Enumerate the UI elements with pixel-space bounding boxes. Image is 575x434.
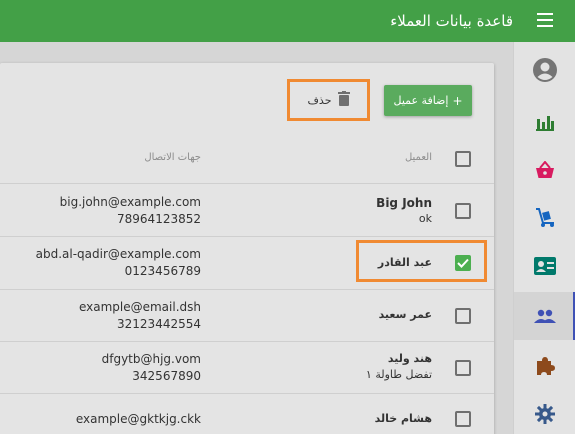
table-row[interactable]: example@gktkjg.ckk هشام خالد xyxy=(0,393,494,434)
account-circle-icon[interactable] xyxy=(514,46,575,94)
table-row[interactable]: big.john@example.com 78964123852 Big Joh… xyxy=(0,183,494,236)
row-checkbox[interactable] xyxy=(455,203,471,219)
email: example@gktkjg.ckk xyxy=(75,412,201,426)
menu-icon[interactable] xyxy=(537,13,553,29)
contact-cell: abd.al-qadir@example.com 0123456789 xyxy=(0,246,201,280)
table-row[interactable]: dfgytb@hjg.vom 342567890 هند وليد تفضل ط… xyxy=(0,341,494,393)
gear-icon[interactable] xyxy=(514,390,575,434)
phone: 32123442554 xyxy=(117,317,201,331)
contact-cell: example@email.dsh 32123442554 xyxy=(0,299,201,333)
customer-cell: عمر سعيد xyxy=(250,307,432,323)
app-title: قاعدة بيانات العملاء xyxy=(390,12,513,30)
row-checkbox[interactable] xyxy=(455,411,471,427)
contact-cell: big.john@example.com 78964123852 xyxy=(0,194,201,228)
phone: 78964123852 xyxy=(117,212,201,226)
email: example@email.dsh xyxy=(78,300,201,314)
customer-name: عمر سعيد xyxy=(378,308,432,321)
email: dfgytb@hjg.vom xyxy=(101,352,201,366)
select-all-checkbox[interactable] xyxy=(455,151,471,167)
puzzle-icon[interactable] xyxy=(514,342,575,390)
contact-cell: example@gktkjg.ckk xyxy=(0,411,201,428)
app-bar: قاعدة بيانات العملاء xyxy=(0,0,575,42)
trash-icon xyxy=(337,91,350,109)
contact-cell: dfgytb@hjg.vom 342567890 xyxy=(0,351,201,385)
people-icon[interactable] xyxy=(514,292,575,340)
customer-cell: هشام خالد xyxy=(250,411,432,427)
nav-rail xyxy=(513,42,575,434)
contacts-column-header: جهات الاتصال xyxy=(144,152,201,163)
customer-note: تفضل طاولة ١ xyxy=(365,368,432,381)
contact-card-icon[interactable] xyxy=(514,242,575,290)
delete-button[interactable]: حذف xyxy=(287,79,370,121)
add-customer-button[interactable]: + إضافة عميل xyxy=(384,85,472,116)
dolly-cart-icon[interactable] xyxy=(514,194,575,242)
delete-label: حذف xyxy=(307,93,332,107)
email: abd.al-qadir@example.com xyxy=(35,247,201,261)
customer-cell: Big John ok xyxy=(250,195,432,227)
row-checkbox[interactable] xyxy=(455,360,471,376)
customer-note: ok xyxy=(418,212,432,225)
customer-name: Big John xyxy=(376,196,432,210)
shopping-basket-icon[interactable] xyxy=(514,146,575,194)
phone: 0123456789 xyxy=(124,264,201,278)
row-checkbox[interactable] xyxy=(455,308,471,324)
customer-name: هند وليد xyxy=(387,352,432,365)
phone: 342567890 xyxy=(132,369,201,383)
customer-column-header: العميل xyxy=(404,152,432,163)
customer-cell: هند وليد تفضل طاولة ١ xyxy=(250,351,432,383)
bar-chart-icon[interactable] xyxy=(514,98,575,146)
email: big.john@example.com xyxy=(59,195,201,209)
selection-highlight xyxy=(356,240,487,282)
customer-name: هشام خالد xyxy=(374,412,432,425)
add-customer-label: إضافة عميل xyxy=(393,94,449,107)
table-row[interactable]: example@email.dsh 32123442554 عمر سعيد xyxy=(0,289,494,341)
plus-icon: + xyxy=(452,93,463,108)
